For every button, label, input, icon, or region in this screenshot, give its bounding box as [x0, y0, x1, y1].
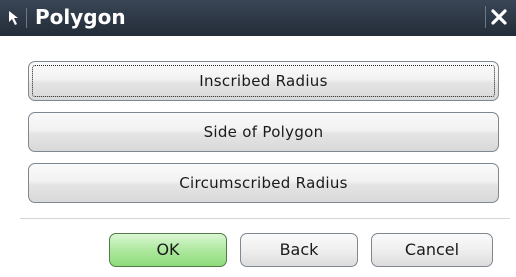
window-title: Polygon	[35, 5, 126, 29]
back-button[interactable]: Back	[240, 233, 358, 267]
close-icon[interactable]	[485, 6, 512, 28]
title-bar[interactable]: Polygon	[0, 0, 516, 36]
inscribed-radius-button[interactable]: Inscribed Radius	[28, 61, 499, 101]
side-of-polygon-button[interactable]: Side of Polygon	[28, 112, 499, 152]
select-arrow-icon	[6, 8, 27, 28]
separator	[20, 218, 510, 219]
circumscribed-radius-button[interactable]: Circumscribed Radius	[28, 163, 499, 203]
ok-button[interactable]: OK	[109, 233, 227, 267]
cancel-button[interactable]: Cancel	[371, 233, 493, 267]
polygon-dialog: Polygon Inscribed Radius Side of Polygon…	[0, 0, 516, 277]
